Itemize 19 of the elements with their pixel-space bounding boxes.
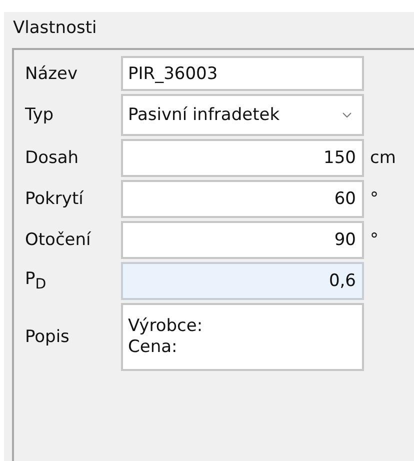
text-area[interactable]: Výrobce: Cena: (121, 303, 364, 371)
number-field[interactable]: 150 (121, 139, 364, 177)
field-label: Dosah (25, 148, 80, 168)
dropdown[interactable]: Pasivní infradetek (121, 94, 364, 136)
field-label: Pokrytí (25, 189, 84, 209)
unit-label: cm (370, 148, 396, 168)
field-label: Typ (25, 105, 55, 125)
number-field[interactable]: 0,6 (121, 262, 364, 300)
number-field[interactable]: 60 (121, 180, 364, 218)
chevron-down-icon (342, 112, 352, 118)
unit-label: ° (370, 230, 378, 250)
unit-label: ° (370, 189, 378, 209)
field-label: Popis (25, 327, 70, 347)
field-label: P$_{D}$ (25, 269, 48, 293)
text-field[interactable]: PIR_36003 (121, 56, 364, 91)
field-label: Název (25, 64, 79, 84)
panel-title: Vlastnosti (12, 17, 98, 40)
number-field[interactable]: 90 (121, 221, 364, 259)
field-label: Otočení (25, 230, 92, 250)
